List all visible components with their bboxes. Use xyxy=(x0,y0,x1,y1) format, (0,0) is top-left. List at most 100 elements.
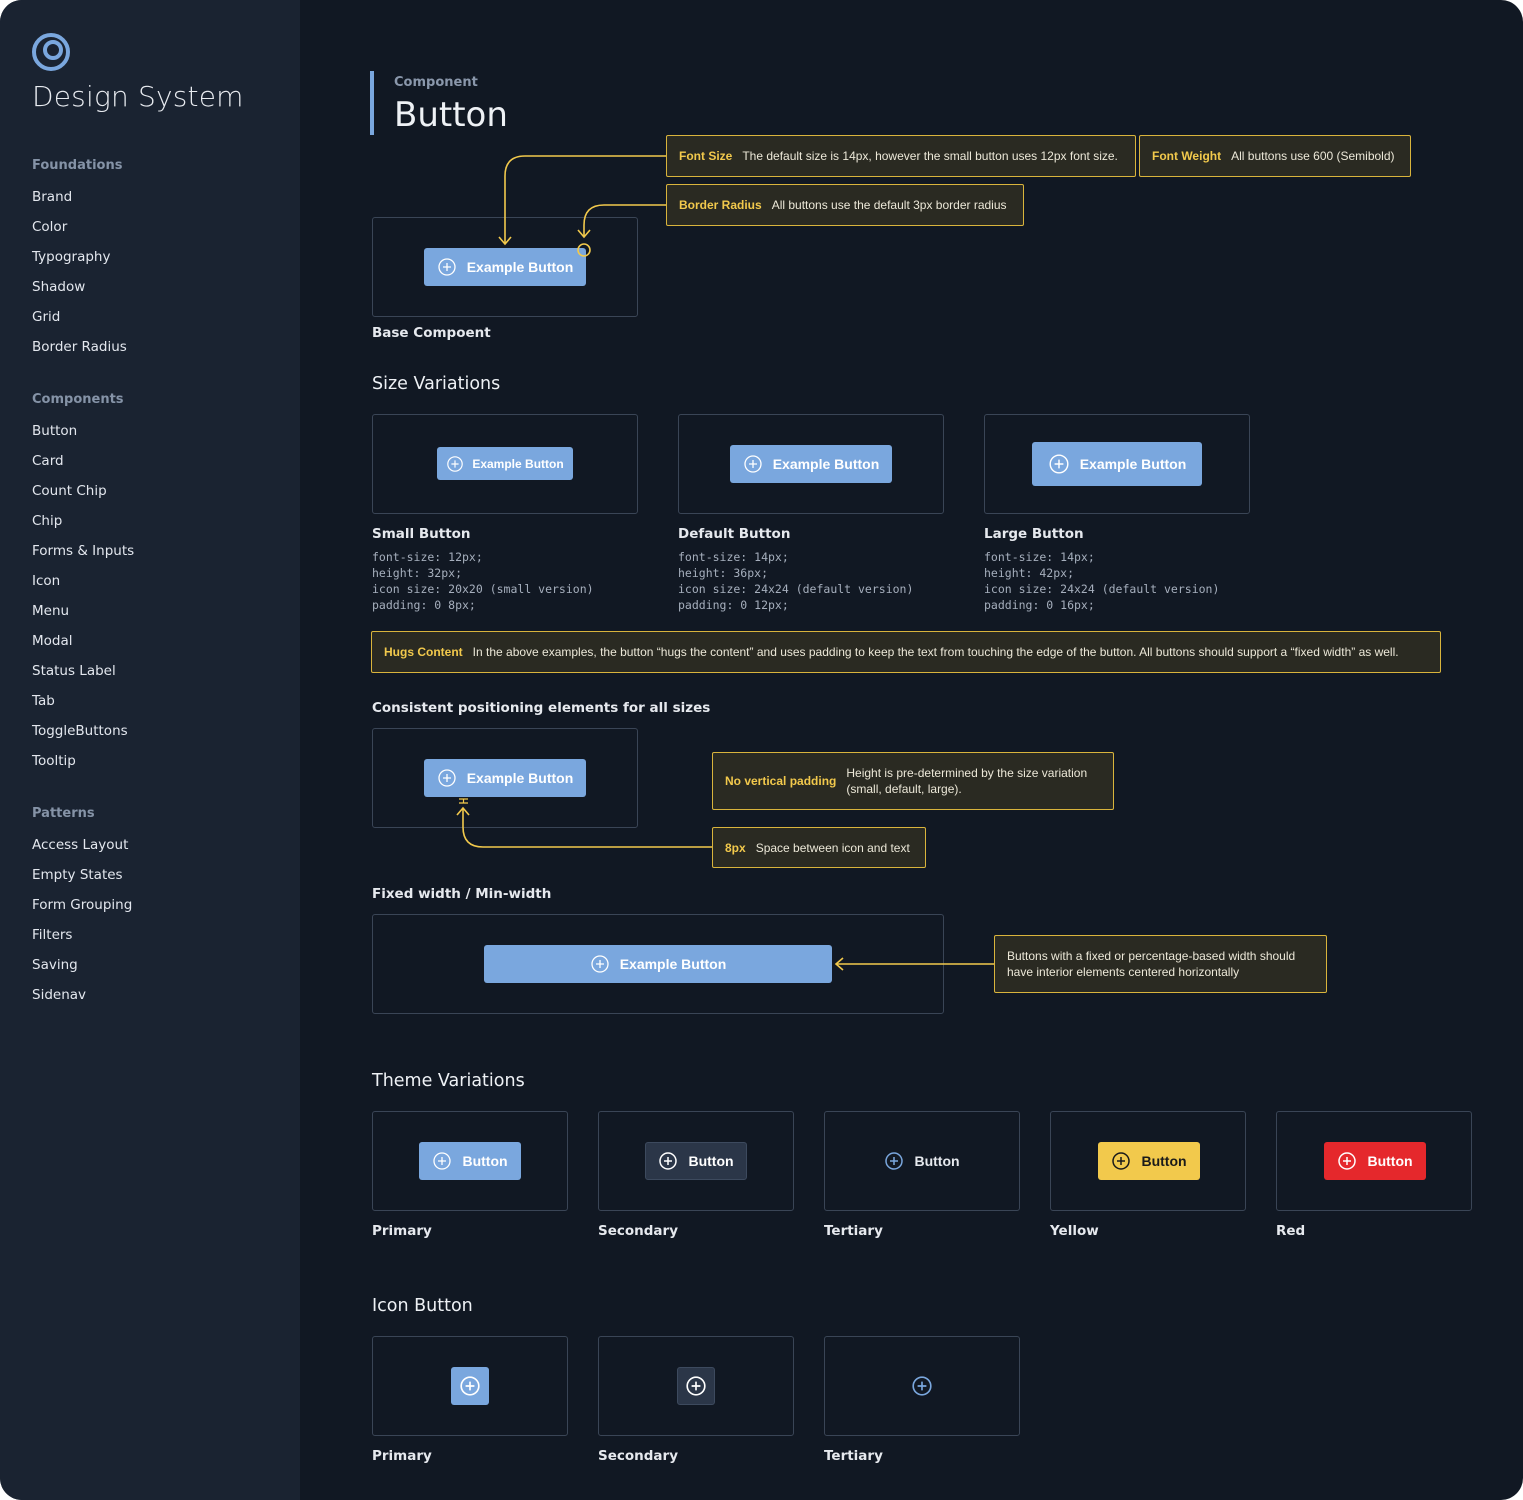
secondary-icon-label: Secondary xyxy=(598,1448,678,1464)
title-accent-bar xyxy=(370,71,374,135)
note-text: Space between icon and text xyxy=(755,840,910,855)
tertiary-button[interactable]: Button xyxy=(871,1142,973,1180)
nav-item-tooltip[interactable]: Tooltip xyxy=(32,753,76,769)
nav-item-grid[interactable]: Grid xyxy=(32,309,60,325)
button-label: Example Button xyxy=(619,956,727,972)
small-spec-font-size: font-size: 12px; xyxy=(372,550,483,564)
button-label: Button xyxy=(914,1153,960,1169)
note-key: Font Weight xyxy=(1152,149,1222,163)
nav-item-status-label[interactable]: Status Label xyxy=(32,663,116,679)
note-key: Font Size xyxy=(679,149,733,163)
app-window: Design System Foundations Brand Color Ty… xyxy=(0,0,1523,1500)
plus-circle-icon xyxy=(459,1375,481,1397)
default-spec-font-size: font-size: 14px; xyxy=(678,550,789,564)
nav-item-form-grouping[interactable]: Form Grouping xyxy=(32,897,132,913)
default-button-label: Default Button xyxy=(678,526,791,542)
button-label: Button xyxy=(1141,1153,1187,1169)
note-text: All buttons use the default 3px border r… xyxy=(771,198,1007,212)
button-label: Example Button xyxy=(466,770,574,786)
plus-circle-icon xyxy=(432,1151,452,1171)
default-spec-height: height: 36px; xyxy=(678,566,769,580)
fixed-width-note: Buttons with a fixed or percentage-based… xyxy=(994,935,1327,993)
positioning-heading: Consistent positioning elements for all … xyxy=(372,700,711,716)
font-weight-note: Font Weight All buttons use 600 (Semibol… xyxy=(1139,135,1411,177)
app-title: Design System xyxy=(32,80,244,113)
button-label: Example Button xyxy=(772,456,880,472)
plus-circle-icon xyxy=(437,257,457,277)
base-caption: Base Compoent xyxy=(372,325,491,341)
tertiary-icon-label: Tertiary xyxy=(824,1448,883,1464)
font-size-note: Font Size The default size is 14px, howe… xyxy=(666,135,1136,177)
nav-item-modal[interactable]: Modal xyxy=(32,633,73,649)
button-label: Example Button xyxy=(1079,456,1187,472)
note-text: Height is pre-determined by the size var… xyxy=(846,766,1088,796)
nav-item-chip[interactable]: Chip xyxy=(32,513,62,529)
default-spec-icon-size: icon size: 24x24 (default version) xyxy=(678,582,914,596)
nav-item-forms-inputs[interactable]: Forms & Inputs xyxy=(32,543,134,559)
icon-button-heading: Icon Button xyxy=(372,1296,473,1316)
nav-item-filters[interactable]: Filters xyxy=(32,927,72,943)
nav-item-shadow[interactable]: Shadow xyxy=(32,279,85,295)
note-key: Border Radius xyxy=(679,198,762,212)
primary-button[interactable]: Button xyxy=(419,1142,521,1180)
yellow-button[interactable]: Button xyxy=(1098,1142,1200,1180)
red-label: Red xyxy=(1276,1223,1306,1239)
button-label: Button xyxy=(1367,1153,1413,1169)
small-spec-icon-size: icon size: 20x20 (small version) xyxy=(372,582,594,596)
logo-icon xyxy=(32,33,70,71)
plus-circle-icon xyxy=(685,1375,707,1397)
tertiary-label: Tertiary xyxy=(824,1223,883,1239)
nav-heading-components: Components xyxy=(32,392,124,407)
nav-item-count-chip[interactable]: Count Chip xyxy=(32,483,107,499)
nav-item-icon[interactable]: Icon xyxy=(32,573,60,589)
nav-item-access-layout[interactable]: Access Layout xyxy=(32,837,128,853)
large-example-button[interactable]: Example Button xyxy=(1032,442,1202,486)
secondary-button[interactable]: Button xyxy=(645,1142,747,1180)
note-key: No vertical padding xyxy=(725,774,837,788)
plus-circle-icon xyxy=(658,1151,678,1171)
button-label: Example Button xyxy=(466,259,574,275)
tertiary-icon-button[interactable] xyxy=(903,1367,941,1405)
note-key: Hugs Content xyxy=(384,645,463,659)
nav-item-brand[interactable]: Brand xyxy=(32,189,72,205)
nav-item-empty-states[interactable]: Empty States xyxy=(32,867,123,883)
small-example-button[interactable]: Example Button xyxy=(437,447,573,480)
secondary-label: Secondary xyxy=(598,1223,678,1239)
plus-circle-icon xyxy=(884,1151,904,1171)
fixed-width-example-button[interactable]: Example Button xyxy=(484,945,832,983)
plus-circle-icon xyxy=(437,768,457,788)
red-button[interactable]: Button xyxy=(1324,1142,1426,1180)
size-variations-heading: Size Variations xyxy=(372,374,501,394)
plus-circle-icon xyxy=(911,1375,933,1397)
primary-icon-label: Primary xyxy=(372,1448,432,1464)
border-radius-note: Border Radius All buttons use the defaul… xyxy=(666,184,1024,226)
theme-variations-heading: Theme Variations xyxy=(372,1071,525,1091)
nav-item-tab[interactable]: Tab xyxy=(32,693,55,709)
nav-item-card[interactable]: Card xyxy=(32,453,64,469)
secondary-icon-button[interactable] xyxy=(677,1367,715,1405)
positioning-example-button[interactable]: Example Button xyxy=(424,759,586,797)
nav-item-border-radius[interactable]: Border Radius xyxy=(32,339,127,355)
large-spec-icon-size: icon size: 24x24 (default version) xyxy=(984,582,1220,596)
default-example-button[interactable]: Example Button xyxy=(730,445,892,483)
plus-circle-icon xyxy=(590,954,610,974)
plus-circle-icon xyxy=(1111,1151,1131,1171)
plus-circle-icon xyxy=(446,455,464,473)
note-text: In the above examples, the button “hugs … xyxy=(472,645,1399,659)
note-text: The default size is 14px, however the sm… xyxy=(742,149,1118,163)
base-example-button[interactable]: Example Button xyxy=(424,248,586,286)
large-button-label: Large Button xyxy=(984,526,1084,542)
nav-item-button[interactable]: Button xyxy=(32,423,77,439)
nav-item-sidenav[interactable]: Sidenav xyxy=(32,987,86,1003)
nav-item-typography[interactable]: Typography xyxy=(32,249,110,265)
primary-icon-button[interactable] xyxy=(451,1367,489,1405)
nav-item-togglebuttons[interactable]: ToggleButtons xyxy=(32,723,128,739)
nav-item-saving[interactable]: Saving xyxy=(32,957,78,973)
primary-label: Primary xyxy=(372,1223,432,1239)
button-label: Button xyxy=(462,1153,508,1169)
nav-item-color[interactable]: Color xyxy=(32,219,67,235)
page-eyebrow: Component xyxy=(394,75,478,90)
page-title: Button xyxy=(394,95,508,135)
nav-item-menu[interactable]: Menu xyxy=(32,603,69,619)
sidebar: Design System Foundations Brand Color Ty… xyxy=(0,0,300,1500)
